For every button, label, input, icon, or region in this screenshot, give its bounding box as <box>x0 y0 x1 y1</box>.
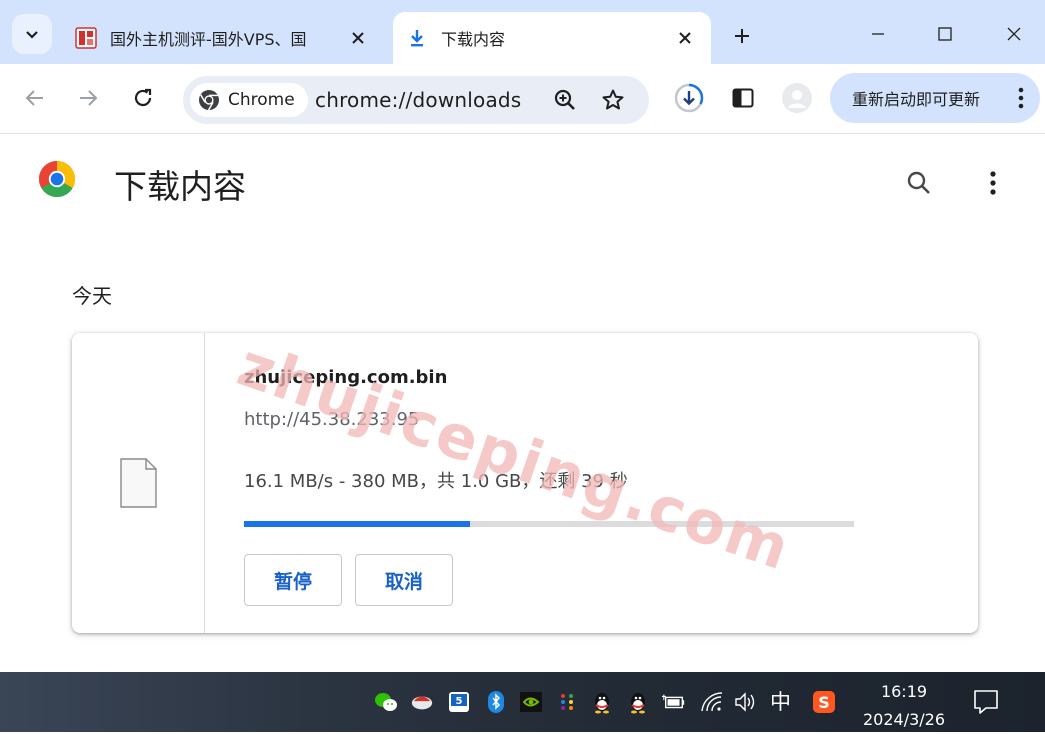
download-progress-bar <box>244 521 854 527</box>
side-panel-icon <box>732 88 754 108</box>
new-tab-button[interactable] <box>724 18 760 54</box>
download-progress-icon <box>674 83 704 113</box>
mouse-app-icon[interactable] <box>410 690 434 714</box>
zoom-button[interactable] <box>549 84 581 116</box>
more-vert-icon <box>990 171 996 195</box>
system-clock[interactable]: 16:19 2024/3/26 <box>858 678 950 734</box>
qq-icon[interactable] <box>590 690 614 714</box>
minimize-button[interactable] <box>855 12 901 56</box>
download-status: 16.1 MB/s - 380 MB，共 1.0 GB，还剩 39 秒 <box>244 471 628 492</box>
site-chip[interactable]: Chrome <box>190 83 308 117</box>
reload-icon <box>134 88 152 107</box>
tab-strip: 国外主机测评-国外VPS、国 下载内容 <box>0 0 1045 64</box>
bluetooth-icon[interactable] <box>484 690 508 714</box>
ime-indicator[interactable]: 中 <box>770 686 791 716</box>
pause-button[interactable]: 暂停 <box>244 554 342 606</box>
tab-search-button[interactable] <box>12 14 52 54</box>
tab-downloads[interactable]: 下载内容 <box>393 12 711 64</box>
arrow-left-icon <box>25 90 43 106</box>
tab-title: 下载内容 <box>441 30 506 49</box>
avatar-icon <box>782 83 812 113</box>
arrow-right-icon <box>80 90 98 106</box>
sogou-input-icon[interactable]: S <box>812 690 836 714</box>
search-downloads-button[interactable] <box>900 164 938 202</box>
maximize-button[interactable] <box>922 12 968 56</box>
download-item: zhujiceping.com.bin http://45.38.233.95 … <box>72 333 978 633</box>
more-actions-button[interactable] <box>974 164 1012 202</box>
tab-zhujiceping[interactable]: 国外主机测评-国外VPS、国 <box>62 12 384 64</box>
downloads-header: 下载内容 <box>0 134 1045 226</box>
color-dots-app-icon[interactable] <box>555 690 579 714</box>
chrome-logo-icon <box>38 161 76 198</box>
bookmark-button[interactable] <box>597 84 629 116</box>
downloads-button[interactable] <box>671 80 707 116</box>
progress-fill <box>244 521 470 527</box>
forward-button[interactable] <box>68 78 108 118</box>
clock-time: 16:19 <box>880 682 928 701</box>
page-title: 下载内容 <box>114 167 246 206</box>
download-icon <box>405 26 429 50</box>
address-bar[interactable]: Chrome chrome://downloads <box>183 76 649 124</box>
clock-date: 2024/3/26 <box>862 710 946 729</box>
close-tab-icon[interactable] <box>671 24 699 52</box>
notification-icon[interactable] <box>972 688 1000 716</box>
maximize-icon <box>938 27 952 41</box>
file-icon-column <box>72 333 205 633</box>
zoom-in-icon <box>554 89 575 110</box>
browser-toolbar: Chrome chrome://downloads 重新启动即可更新 <box>0 64 1045 134</box>
svg-text:5: 5 <box>456 696 463 707</box>
site-favicon-icon <box>74 26 98 50</box>
chevron-down-icon <box>26 31 38 39</box>
app-5-icon[interactable]: 5 <box>447 690 471 714</box>
url-text: chrome://downloads <box>315 88 522 112</box>
side-panel-button[interactable] <box>725 80 761 116</box>
file-icon <box>120 458 157 508</box>
chrome-icon <box>199 90 219 111</box>
date-group-label: 今天 <box>72 284 112 308</box>
more-vert-icon <box>1018 87 1024 109</box>
profile-button[interactable] <box>779 80 815 116</box>
reload-button[interactable] <box>123 78 163 118</box>
svg-text:S: S <box>818 693 830 712</box>
qq-icon-2[interactable] <box>626 690 650 714</box>
battery-icon[interactable] <box>662 690 686 714</box>
nvidia-icon[interactable] <box>519 690 543 714</box>
update-label: 重新启动即可更新 <box>852 90 981 109</box>
plus-icon <box>735 29 749 43</box>
windows-taskbar: 5 中 S 16:19 2024/3/26 <box>0 672 1045 732</box>
close-window-button[interactable] <box>991 12 1037 56</box>
close-tab-icon[interactable] <box>344 24 372 52</box>
search-icon <box>907 171 930 194</box>
star-icon <box>602 89 624 110</box>
file-name-link[interactable]: zhujiceping.com.bin <box>244 367 447 388</box>
wifi-icon[interactable] <box>700 690 724 714</box>
close-icon <box>1007 27 1021 41</box>
volume-icon[interactable] <box>733 690 757 714</box>
back-button[interactable] <box>15 78 55 118</box>
tab-title: 国外主机测评-国外VPS、国 <box>110 30 307 49</box>
chip-label: Chrome <box>228 90 295 110</box>
cancel-button[interactable]: 取消 <box>355 554 453 606</box>
wechat-icon[interactable] <box>374 690 398 714</box>
source-url-link[interactable]: http://45.38.233.95 <box>244 409 419 430</box>
minimize-icon <box>872 33 884 35</box>
relaunch-to-update-button[interactable]: 重新启动即可更新 <box>830 73 1040 123</box>
